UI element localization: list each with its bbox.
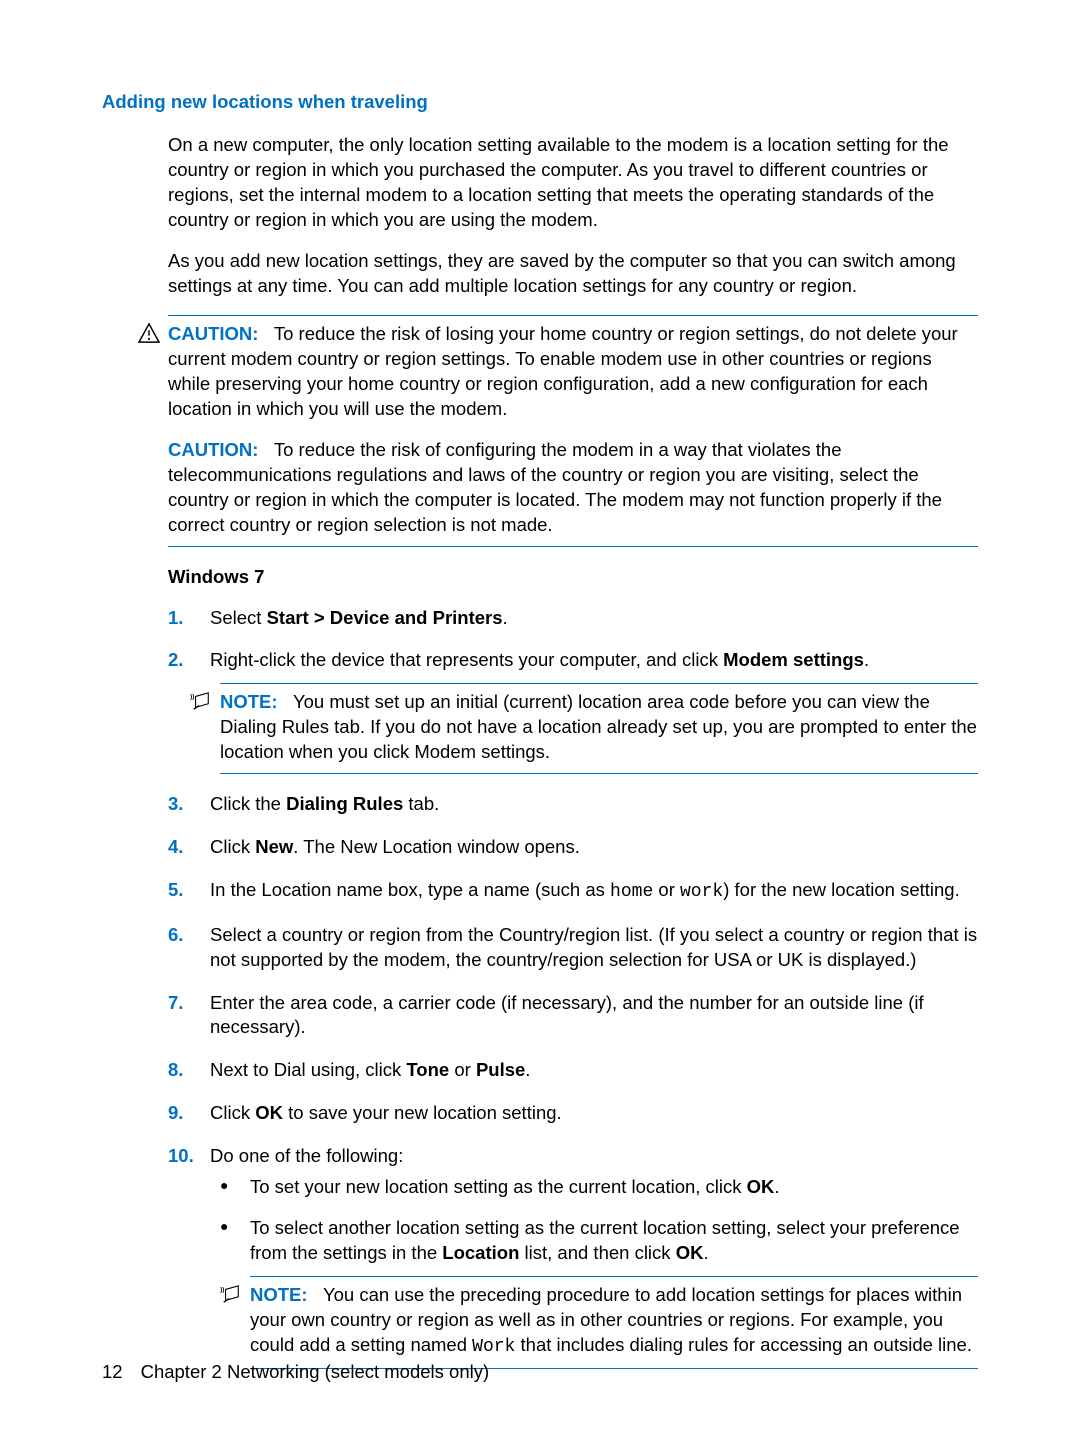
step-text: Enter the area code, a carrier code (if … xyxy=(210,992,924,1038)
step-text: . xyxy=(503,607,508,628)
note-callout: )) NOTE: You must set up an initial (cur… xyxy=(220,683,978,774)
bullet-text: To set your new location setting as the … xyxy=(250,1176,747,1197)
step-item: Select Start > Device and Printers. xyxy=(168,606,978,631)
step-text: Select xyxy=(210,607,267,628)
chapter-title: Chapter 2 Networking (select models only… xyxy=(141,1361,490,1382)
step-text: Click the xyxy=(210,793,286,814)
step-text: tab. xyxy=(403,793,439,814)
note-body: You must set up an initial (current) loc… xyxy=(220,691,977,762)
ui-label: Dialing Rules xyxy=(286,793,403,814)
note-icon: )) xyxy=(190,691,212,711)
step-item: Click OK to save your new location setti… xyxy=(168,1101,978,1126)
code-text: home xyxy=(610,882,653,902)
caution-icon xyxy=(138,323,160,343)
bullet-item: To set your new location setting as the … xyxy=(210,1175,978,1200)
paragraph: On a new computer, the only location set… xyxy=(168,133,978,233)
step-text: . xyxy=(525,1059,530,1080)
ui-label: Pulse xyxy=(476,1059,525,1080)
step-text: . xyxy=(864,649,869,670)
caution-text: CAUTION: To reduce the risk of losing yo… xyxy=(168,322,978,422)
note-callout: )) NOTE: You can use the preceding proce… xyxy=(250,1276,978,1368)
step-text: to save your new location setting. xyxy=(283,1102,562,1123)
sub-bullets: To set your new location setting as the … xyxy=(210,1175,978,1368)
page-footer: 12 Chapter 2 Networking (select models on… xyxy=(102,1360,489,1385)
steps-list: Select Start > Device and Printers. Righ… xyxy=(168,606,978,1369)
bullet-item: To select another location setting as th… xyxy=(210,1216,978,1368)
step-item: In the Location name box, type a name (s… xyxy=(168,878,978,904)
step-text: or xyxy=(449,1059,476,1080)
code-text: Work xyxy=(472,1337,515,1357)
step-text: or xyxy=(653,879,680,900)
step-text: In the Location name box, type a name (s… xyxy=(210,879,610,900)
ui-label: OK xyxy=(676,1242,704,1263)
step-text: . The New Location window opens. xyxy=(293,836,580,857)
step-item: Do one of the following: To set your new… xyxy=(168,1144,978,1368)
caution-label: CAUTION: xyxy=(168,439,258,460)
note-body: that includes dialing rules for accessin… xyxy=(515,1334,972,1355)
ui-label: Location xyxy=(442,1242,519,1263)
ui-label: OK xyxy=(747,1176,775,1197)
svg-text:)): )) xyxy=(220,1287,224,1294)
caution-callout: CAUTION: To reduce the risk of losing yo… xyxy=(168,315,978,547)
code-text: work xyxy=(680,882,723,902)
step-item: Next to Dial using, click Tone or Pulse. xyxy=(168,1058,978,1083)
step-text: Click xyxy=(210,1102,255,1123)
ui-path: Start > Device and Printers xyxy=(267,607,503,628)
note-text: NOTE: You must set up an initial (curren… xyxy=(220,690,978,765)
bullet-text: . xyxy=(774,1176,779,1197)
step-text: ) for the new location setting. xyxy=(723,879,960,900)
note-label: NOTE: xyxy=(250,1284,308,1305)
step-item: Click New. The New Location window opens… xyxy=(168,835,978,860)
step-text: Next to Dial using, click xyxy=(210,1059,406,1080)
ui-label: OK xyxy=(255,1102,283,1123)
step-item: Enter the area code, a carrier code (if … xyxy=(168,991,978,1041)
step-item: Click the Dialing Rules tab. xyxy=(168,792,978,817)
section-heading-h4: Adding new locations when traveling xyxy=(102,90,978,115)
step-text: Click xyxy=(210,836,255,857)
caution-label: CAUTION: xyxy=(168,323,258,344)
step-text: Do one of the following: xyxy=(210,1145,403,1166)
note-icon: )) xyxy=(220,1284,242,1304)
note-label: NOTE: xyxy=(220,691,278,712)
bullet-text: . xyxy=(703,1242,708,1263)
step-text: Select a country or region from the Coun… xyxy=(210,924,977,970)
caution-text: CAUTION: To reduce the risk of configuri… xyxy=(168,438,978,538)
step-item: Select a country or region from the Coun… xyxy=(168,923,978,973)
step-text: Right-click the device that represents y… xyxy=(210,649,723,670)
caution-body: To reduce the risk of configuring the mo… xyxy=(168,439,942,535)
page-number: 12 xyxy=(102,1361,123,1382)
caution-body: To reduce the risk of losing your home c… xyxy=(168,323,958,419)
svg-text:)): )) xyxy=(190,694,194,701)
ui-label: Tone xyxy=(406,1059,449,1080)
ui-label: New xyxy=(255,836,293,857)
step-item: Right-click the device that represents y… xyxy=(168,648,978,774)
os-heading: Windows 7 xyxy=(168,565,978,590)
bullet-text: list, and then click xyxy=(519,1242,675,1263)
note-text: NOTE: You can use the preceding procedur… xyxy=(250,1283,978,1359)
paragraph: As you add new location settings, they a… xyxy=(168,249,978,299)
ui-label: Modem settings xyxy=(723,649,864,670)
